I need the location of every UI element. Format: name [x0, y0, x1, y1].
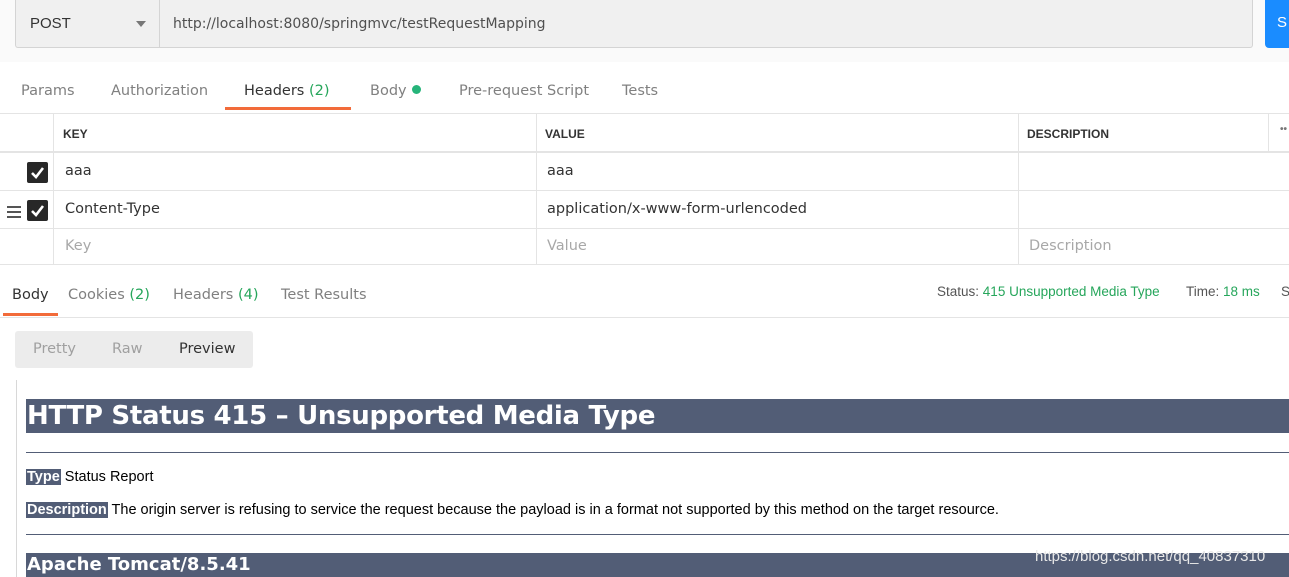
- tab-body[interactable]: Body: [370, 83, 421, 99]
- tab-count: (2): [308, 83, 330, 99]
- divider: [26, 534, 1289, 535]
- drag-handle-icon[interactable]: [7, 206, 21, 221]
- status-label: Status:: [937, 284, 980, 299]
- tab-label: Headers: [173, 287, 234, 303]
- tab-headers[interactable]: Headers (2): [244, 83, 330, 99]
- new-description-input[interactable]: Description: [1018, 229, 1289, 264]
- request-tabs: Params Authorization Headers (2) Body Pr…: [0, 72, 1289, 112]
- table-row-new: Key Value Description: [0, 228, 1289, 265]
- active-tab-indicator: [225, 107, 351, 110]
- response-tab-cookies[interactable]: Cookies (2): [68, 287, 150, 303]
- tab-label: Test Results: [281, 287, 367, 303]
- request-url-bar: POST http://localhost:8080/springmvc/tes…: [0, 0, 1289, 62]
- url-input[interactable]: http://localhost:8080/springmvc/testRequ…: [160, 0, 1253, 48]
- pretty-button[interactable]: Pretty: [33, 341, 76, 357]
- new-value-input[interactable]: Value: [536, 229, 1018, 264]
- tab-label: Authorization: [111, 83, 209, 99]
- checkbox-checked-icon[interactable]: [27, 200, 48, 221]
- header-value-cell[interactable]: aaa: [536, 153, 1018, 190]
- response-tab-test-results[interactable]: Test Results: [281, 287, 367, 303]
- modified-dot-icon: [411, 85, 421, 94]
- active-tab-indicator: [3, 313, 58, 316]
- header-description-cell[interactable]: [1018, 153, 1289, 190]
- type-text: Status Report: [60, 469, 154, 485]
- response-tab-body[interactable]: Body: [12, 287, 49, 303]
- tab-label: Params: [21, 83, 75, 99]
- column-header-key: KEY: [53, 114, 536, 151]
- tab-pre-request-script[interactable]: Pre-request Script: [459, 83, 589, 99]
- time-value[interactable]: 18 ms: [1223, 284, 1260, 299]
- response-size-label: S: [1281, 284, 1289, 299]
- description-text: The origin server is refusing to service…: [107, 502, 999, 518]
- table-row: aaa aaa: [0, 152, 1289, 190]
- response-time: Time: 18 ms: [1186, 284, 1260, 299]
- error-description: Description The origin server is refusin…: [26, 502, 999, 518]
- method-label: POST: [30, 15, 71, 32]
- divider: [26, 452, 1289, 453]
- chevron-down-icon: [136, 21, 146, 27]
- tab-count: (2): [129, 287, 150, 303]
- preview-button[interactable]: Preview: [179, 341, 235, 357]
- response-status: Status: 415 Unsupported Media Type: [937, 284, 1160, 299]
- header-value-cell[interactable]: application/x-www-form-urlencoded: [536, 191, 1018, 228]
- tab-label: Pre-request Script: [459, 83, 590, 99]
- tab-count: (4): [237, 287, 259, 303]
- tab-tests[interactable]: Tests: [622, 83, 658, 99]
- tab-label: Body: [370, 83, 407, 99]
- error-type: Type Status Report: [26, 469, 153, 485]
- new-key-input[interactable]: Key: [53, 229, 536, 264]
- time-label: Time:: [1186, 284, 1220, 299]
- tab-params[interactable]: Params: [21, 83, 75, 99]
- tab-label: Cookies: [68, 287, 125, 303]
- view-mode-group: Pretty Raw Preview: [15, 331, 253, 368]
- tab-label: Tests: [622, 83, 659, 99]
- table-row: Content-Type application/x-www-form-urle…: [0, 190, 1289, 228]
- checkbox-checked-icon[interactable]: [27, 162, 48, 183]
- header-key-cell[interactable]: aaa: [53, 153, 536, 190]
- column-header-description: DESCRIPTION: [1018, 114, 1268, 151]
- header-description-cell[interactable]: [1018, 191, 1289, 228]
- table-header-row: KEY VALUE DESCRIPTION ••: [0, 113, 1289, 152]
- header-key-cell[interactable]: Content-Type: [53, 191, 536, 228]
- tab-label: Body: [12, 287, 49, 303]
- raw-button[interactable]: Raw: [112, 341, 143, 357]
- type-label: Type: [26, 469, 61, 485]
- response-tabs: Body Cookies (2) Headers (4) Test Result…: [0, 275, 1289, 318]
- tab-label: Headers: [244, 83, 305, 99]
- description-label: Description: [26, 502, 108, 518]
- status-value[interactable]: 415 Unsupported Media Type: [983, 284, 1160, 299]
- response-tab-headers[interactable]: Headers (4): [173, 287, 259, 303]
- error-heading: HTTP Status 415 – Unsupported Media Type: [26, 399, 1289, 433]
- watermark: https://blog.csdn.net/qq_40837310: [1035, 548, 1266, 565]
- more-icon[interactable]: ••: [1268, 114, 1289, 151]
- send-button[interactable]: S: [1265, 0, 1289, 48]
- tab-authorization[interactable]: Authorization: [111, 83, 208, 99]
- method-select[interactable]: POST: [15, 0, 160, 48]
- column-header-value: VALUE: [536, 114, 1018, 151]
